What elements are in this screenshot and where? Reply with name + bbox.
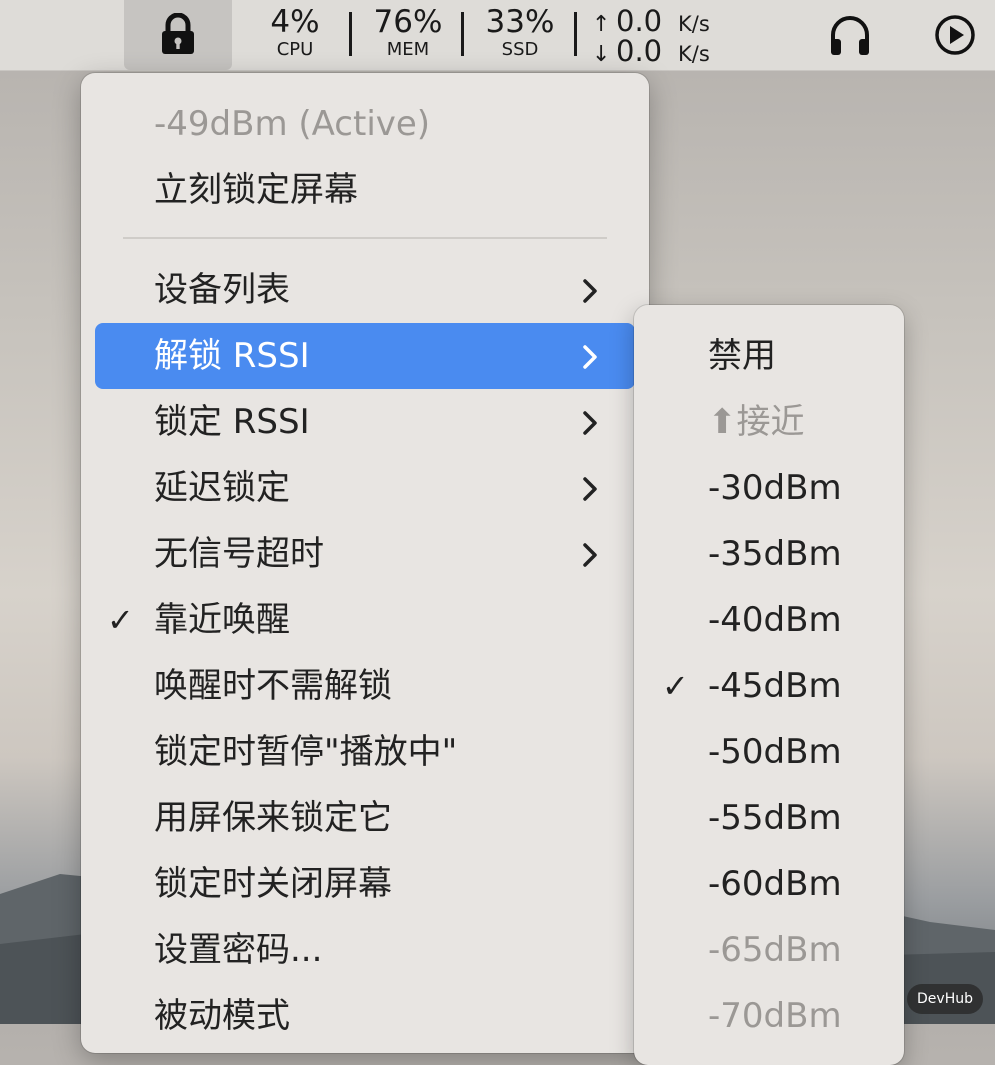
down-arrow-icon: ↓ <box>592 42 611 67</box>
headphones-icon[interactable] <box>827 13 873 57</box>
submenu-item-label: -50dBm <box>708 732 842 772</box>
chevron-right-icon <box>583 345 597 369</box>
menu-item-label: 靠近唤醒 <box>154 600 290 640</box>
ssd-value: 33% <box>485 4 555 40</box>
menu-item-wake-on-approach[interactable]: ✓ 靠近唤醒 <box>95 587 635 653</box>
unlock-rssi-submenu: 禁用 ⬆接近 -30dBm -35dBm -40dBm ✓ -45dBm -50… <box>634 305 904 1065</box>
submenu-item-label: -60dBm <box>708 864 842 904</box>
submenu-item-disable[interactable]: 禁用 <box>634 323 904 389</box>
chevron-right-icon <box>583 279 597 303</box>
mem-value: 76% <box>373 4 443 40</box>
submenu-item-approach: ⬆接近 <box>634 389 904 455</box>
cpu-label: CPU <box>276 39 314 60</box>
submenu-item-label: -35dBm <box>708 534 842 574</box>
download-value: 0.0 <box>616 34 663 68</box>
submenu-item-label: 禁用 <box>708 336 776 376</box>
lock-now-item[interactable]: 立刻锁定屏幕 <box>95 157 635 223</box>
menu-item-delay-lock[interactable]: 延迟锁定 <box>95 455 635 521</box>
submenu-item-label: -55dBm <box>708 798 842 838</box>
menu-item-passive-mode[interactable]: 被动模式 <box>95 983 635 1049</box>
stat-separator <box>349 12 352 56</box>
menu-item-label: 唤醒时不需解锁 <box>154 666 392 706</box>
menu-item-label: 设置密码... <box>154 930 323 970</box>
cpu-value: 4% <box>270 4 320 40</box>
menu-bar: 4% CPU 76% MEM 33% SSD ↑ 0.0 K/s ↓ 0.0 K… <box>0 0 995 71</box>
download-unit: K/s <box>678 42 710 66</box>
menu-item-label: 锁定时关闭屏幕 <box>154 864 392 904</box>
mem-stat[interactable]: 76% MEM <box>370 4 446 60</box>
menu-item-label: 解锁 RSSI <box>154 336 310 376</box>
submenu-item-rssi-selected[interactable]: ✓ -45dBm <box>634 653 904 719</box>
submenu-item-rssi[interactable]: -60dBm <box>634 851 904 917</box>
menu-item-no-unlock-on-wake[interactable]: 唤醒时不需解锁 <box>95 653 635 719</box>
chevron-right-icon <box>583 543 597 567</box>
upload-unit: K/s <box>678 12 710 36</box>
submenu-item-rssi-disabled: -70dBm <box>634 983 904 1049</box>
checkmark-icon: ✓ <box>107 601 134 639</box>
network-stat[interactable]: ↑ 0.0 K/s ↓ 0.0 K/s <box>592 4 710 68</box>
menu-item-label: 设备列表 <box>154 270 290 310</box>
rssi-status-label: -49dBm (Active) <box>154 104 431 144</box>
submenu-item-label: -65dBm <box>708 930 842 970</box>
watermark-badge: DevHub <box>907 984 983 1014</box>
chevron-right-icon <box>583 477 597 501</box>
menu-item-label: 锁定 RSSI <box>154 402 310 442</box>
lock-now-label: 立刻锁定屏幕 <box>154 170 358 210</box>
chevron-right-icon <box>583 411 597 435</box>
submenu-item-label: -40dBm <box>708 600 842 640</box>
menu-item-label: 延迟锁定 <box>154 468 290 508</box>
submenu-item-label: -70dBm <box>708 996 842 1036</box>
main-dropdown-menu: -49dBm (Active) 立刻锁定屏幕 设备列表 解锁 RSSI 锁定 R… <box>81 73 649 1053</box>
menu-item-device-list[interactable]: 设备列表 <box>95 257 635 323</box>
submenu-item-label: ⬆接近 <box>708 402 805 442</box>
submenu-item-rssi-disabled: -65dBm <box>634 917 904 983</box>
download-row: ↓ 0.0 K/s <box>592 34 710 68</box>
checkmark-icon: ✓ <box>662 667 689 705</box>
upload-value: 0.0 <box>616 4 663 38</box>
submenu-item-rssi[interactable]: -40dBm <box>634 587 904 653</box>
submenu-item-rssi[interactable]: -55dBm <box>634 785 904 851</box>
menu-item-label: 锁定时暂停"播放中" <box>154 732 458 772</box>
stat-separator <box>574 12 577 56</box>
stat-separator <box>461 12 464 56</box>
menu-item-screensaver-lock[interactable]: 用屏保来锁定它 <box>95 785 635 851</box>
play-circle-icon[interactable] <box>933 13 977 57</box>
menu-item-screen-off-on-lock[interactable]: 锁定时关闭屏幕 <box>95 851 635 917</box>
submenu-item-rssi[interactable]: -50dBm <box>634 719 904 785</box>
menu-item-unlock-rssi[interactable]: 解锁 RSSI <box>95 323 635 389</box>
rssi-status-item: -49dBm (Active) <box>95 91 635 157</box>
menu-item-label: 无信号超时 <box>154 534 324 574</box>
submenu-item-rssi[interactable]: -35dBm <box>634 521 904 587</box>
upload-row: ↑ 0.0 K/s <box>592 4 710 38</box>
menu-item-set-password[interactable]: 设置密码... <box>95 917 635 983</box>
menu-item-lock-rssi[interactable]: 锁定 RSSI <box>95 389 635 455</box>
menu-item-label: 用屏保来锁定它 <box>154 798 392 838</box>
menu-divider <box>123 237 607 239</box>
submenu-item-rssi[interactable]: -30dBm <box>634 455 904 521</box>
ssd-label: SSD <box>501 39 539 60</box>
menu-item-label: 被动模式 <box>154 996 290 1036</box>
lock-icon <box>162 13 194 54</box>
menu-item-pause-now-playing[interactable]: 锁定时暂停"播放中" <box>95 719 635 785</box>
menu-item-no-signal-timeout[interactable]: 无信号超时 <box>95 521 635 587</box>
lock-status-button[interactable] <box>124 0 232 70</box>
cpu-stat[interactable]: 4% CPU <box>266 4 324 60</box>
submenu-item-label: -30dBm <box>708 468 842 508</box>
submenu-item-label: -45dBm <box>708 666 842 706</box>
ssd-stat[interactable]: 33% SSD <box>482 4 558 60</box>
mem-label: MEM <box>386 39 430 60</box>
up-arrow-icon: ↑ <box>592 12 611 37</box>
